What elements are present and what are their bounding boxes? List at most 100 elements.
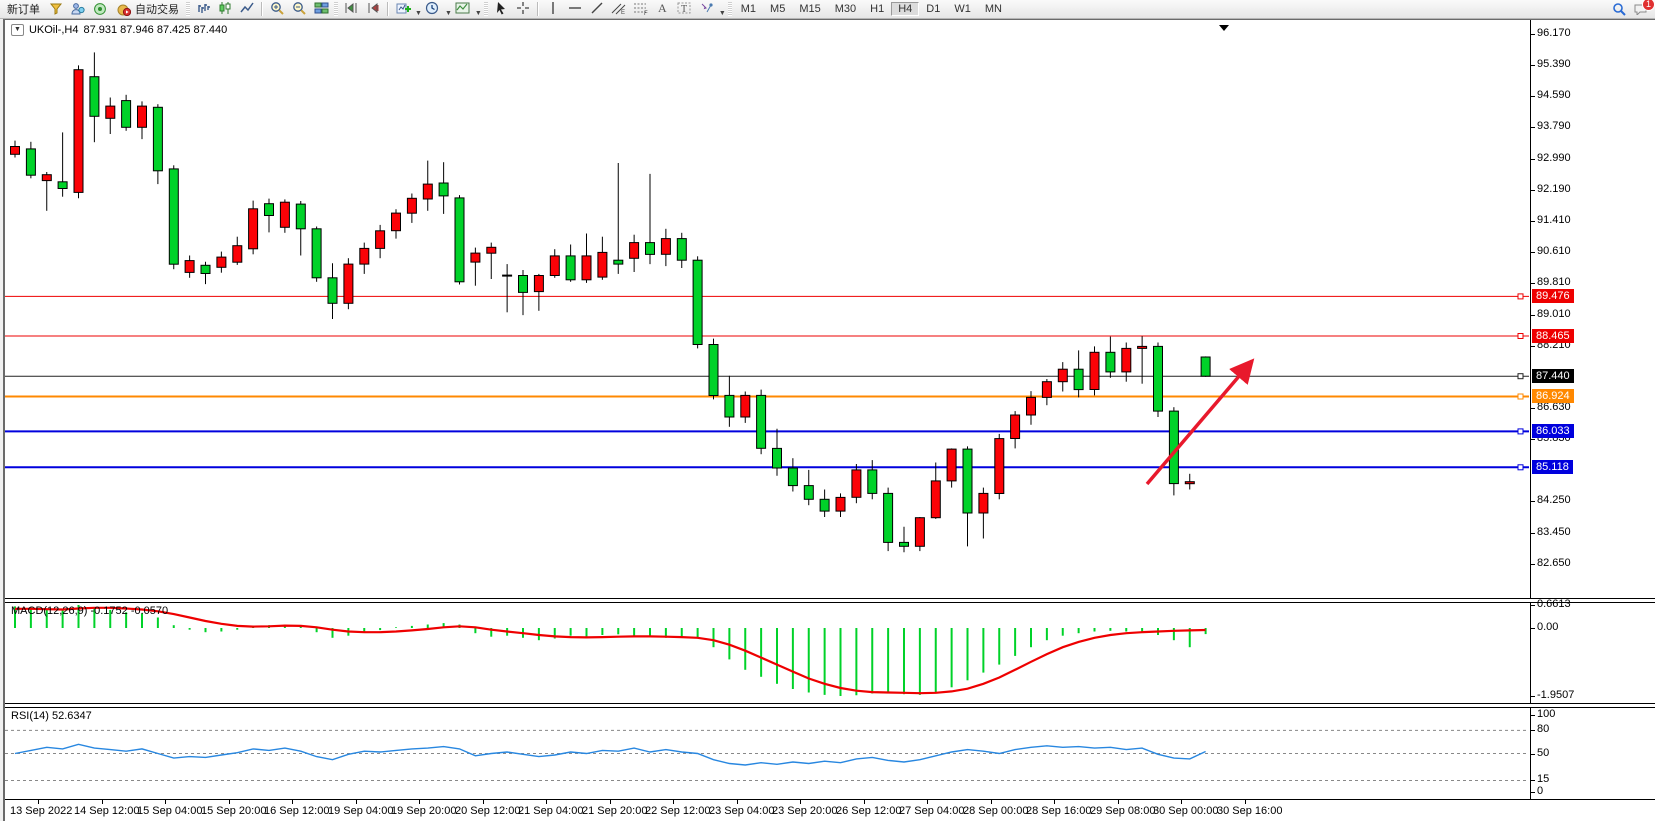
- channel-icon[interactable]: E: [608, 0, 630, 17]
- svg-text:F: F: [644, 11, 648, 15]
- time-label: 22 Sep 12:00: [645, 805, 710, 817]
- price-line-badge: 87.440: [1532, 369, 1574, 383]
- search-icon[interactable]: [1611, 2, 1627, 17]
- price-line-badge: 88.465: [1532, 329, 1574, 343]
- time-label: 16 Sep 12:00: [264, 805, 329, 817]
- zoom-out-icon[interactable]: [288, 0, 310, 17]
- hline-icon[interactable]: [564, 0, 586, 17]
- chart-title-dropdown-icon[interactable]: ▼: [11, 24, 24, 36]
- fibonacci-icon[interactable]: F: [630, 0, 652, 17]
- price-line-badge: 85.118: [1532, 460, 1573, 474]
- price-tick: 94.590: [1537, 89, 1571, 101]
- notifications-icon[interactable]: 1: [1633, 2, 1649, 17]
- price-tick: 93.790: [1537, 120, 1571, 132]
- time-label: 28 Sep 00:00: [963, 805, 1028, 817]
- timeframe-m1-button[interactable]: M1: [734, 2, 763, 16]
- dropdown-caret-icon[interactable]: ▼: [719, 10, 726, 17]
- timeframe-m15-button[interactable]: M15: [792, 2, 827, 16]
- timeframe-mn-button[interactable]: MN: [978, 2, 1009, 16]
- dropdown-caret-icon[interactable]: ▼: [445, 10, 452, 17]
- rsi-chart: [5, 708, 1529, 799]
- mt4-application: 新订单 自动交易 ▼ ▼ ▼ E F AT ▼ M1M5M15M30H1H4D1W1MN: [0, 0, 1655, 821]
- time-label: 21 Sep 04:00: [518, 805, 583, 817]
- price-tick: 92.990: [1537, 152, 1571, 164]
- auto-scroll-icon[interactable]: [340, 0, 362, 17]
- price-chart-panel[interactable]: ▼ UKOil-,H4 87.931 87.946 87.425 87.440 …: [5, 20, 1655, 598]
- timeframe-toolbar: M1M5M15M30H1H4D1W1MN: [734, 2, 1009, 17]
- macd-label: MACD(12,26,9) -0.1752 -0.0570: [11, 605, 168, 617]
- time-label: 20 Sep 12:00: [455, 805, 520, 817]
- price-line-badge: 89.476: [1532, 289, 1574, 303]
- price-tick: 82.650: [1537, 557, 1571, 569]
- rsi-axis: 1008050150: [1530, 708, 1655, 799]
- timeframe-m30-button[interactable]: M30: [828, 2, 863, 16]
- price-tick: 96.170: [1537, 27, 1571, 39]
- macd-axis: 0.66130.00-1.9507: [1530, 603, 1655, 703]
- autotrade-button[interactable]: 自动交易: [111, 0, 184, 18]
- time-label: 19 Sep 04:00: [328, 805, 393, 817]
- time-label: 29 Sep 08:00: [1090, 805, 1155, 817]
- cursor-icon[interactable]: [490, 0, 512, 17]
- new-order-label: 新订单: [7, 1, 40, 17]
- vline-icon[interactable]: [542, 0, 564, 17]
- timeframe-m5-button[interactable]: M5: [763, 2, 792, 16]
- svg-text:A: A: [658, 1, 667, 15]
- rsi-tick: 80: [1537, 723, 1549, 735]
- zoom-in-icon[interactable]: [266, 0, 288, 17]
- price-tick: 83.450: [1537, 526, 1571, 538]
- main-toolbar: 新订单 自动交易 ▼ ▼ ▼ E F AT ▼ M1M5M15M30H1H4D1W1MN: [0, 0, 1655, 19]
- indicators-icon[interactable]: [392, 0, 414, 17]
- chart-candles-icon[interactable]: [214, 0, 236, 17]
- time-label: 13 Sep 2022: [10, 805, 72, 817]
- funnel-icon[interactable]: [45, 0, 67, 17]
- crosshair-icon[interactable]: [512, 0, 534, 17]
- templates-icon[interactable]: [452, 0, 474, 17]
- chart-bars-icon[interactable]: [192, 0, 214, 17]
- price-tick: 89.810: [1537, 276, 1571, 288]
- macd-tick: 0.00: [1537, 621, 1558, 633]
- trendline-icon[interactable]: [586, 0, 608, 17]
- price-tick: 84.250: [1537, 494, 1571, 506]
- time-label: 30 Sep 00:00: [1153, 805, 1218, 817]
- timeframe-d1-button[interactable]: D1: [919, 2, 947, 16]
- chart-symbol-period: UKOil-,H4: [29, 24, 79, 36]
- time-label: 23 Sep 04:00: [709, 805, 774, 817]
- price-tick: 91.410: [1537, 214, 1571, 226]
- rsi-tick: 100: [1537, 708, 1555, 720]
- rsi-panel[interactable]: RSI(14) 52.6347 1008050150: [5, 708, 1655, 799]
- dropdown-caret-icon[interactable]: ▼: [415, 10, 422, 17]
- chart-line-icon[interactable]: [236, 0, 258, 17]
- price-line-badge: 86.924: [1532, 389, 1574, 403]
- time-label: 14 Sep 12:00: [74, 805, 139, 817]
- time-axis[interactable]: 13 Sep 202214 Sep 12:0015 Sep 04:0015 Se…: [5, 799, 1655, 821]
- label-icon[interactable]: T: [674, 0, 696, 17]
- shapes-icon[interactable]: [696, 0, 718, 17]
- macd-chart: [5, 603, 1529, 703]
- dropdown-caret-icon[interactable]: ▼: [475, 10, 482, 17]
- timeframe-w1-button[interactable]: W1: [947, 2, 978, 16]
- time-label: 23 Sep 20:00: [772, 805, 837, 817]
- price-tick: 92.190: [1537, 183, 1571, 195]
- timeframe-h1-button[interactable]: H1: [863, 2, 891, 16]
- price-axis[interactable]: 96.170 95.390 94.590 93.790 92.990 92.190 91.4…: [1530, 20, 1655, 598]
- svg-text:E: E: [621, 10, 625, 15]
- time-label: 15 Sep 04:00: [137, 805, 202, 817]
- price-tick: 95.390: [1537, 58, 1571, 70]
- chart-shift-icon[interactable]: [362, 0, 384, 17]
- text-icon[interactable]: A: [652, 0, 674, 17]
- tile-windows-icon[interactable]: [310, 0, 332, 17]
- candlestick-chart[interactable]: [5, 20, 1529, 598]
- signal-icon[interactable]: [89, 0, 111, 17]
- macd-tick: 0.6613: [1537, 598, 1571, 610]
- accounts-icon[interactable]: [67, 0, 89, 17]
- time-label: 19 Sep 20:00: [391, 805, 456, 817]
- rsi-tick: 50: [1537, 747, 1549, 759]
- autotrade-label: 自动交易: [135, 1, 179, 17]
- macd-panel[interactable]: MACD(12,26,9) -0.1752 -0.0570 0.66130.00…: [5, 603, 1655, 703]
- periods-icon[interactable]: [422, 0, 444, 17]
- time-label: 26 Sep 12:00: [836, 805, 901, 817]
- time-label: 30 Sep 16:00: [1217, 805, 1282, 817]
- rsi-label: RSI(14) 52.6347: [11, 710, 92, 722]
- new-order-button[interactable]: 新订单: [2, 0, 45, 18]
- timeframe-h4-button[interactable]: H4: [891, 2, 919, 16]
